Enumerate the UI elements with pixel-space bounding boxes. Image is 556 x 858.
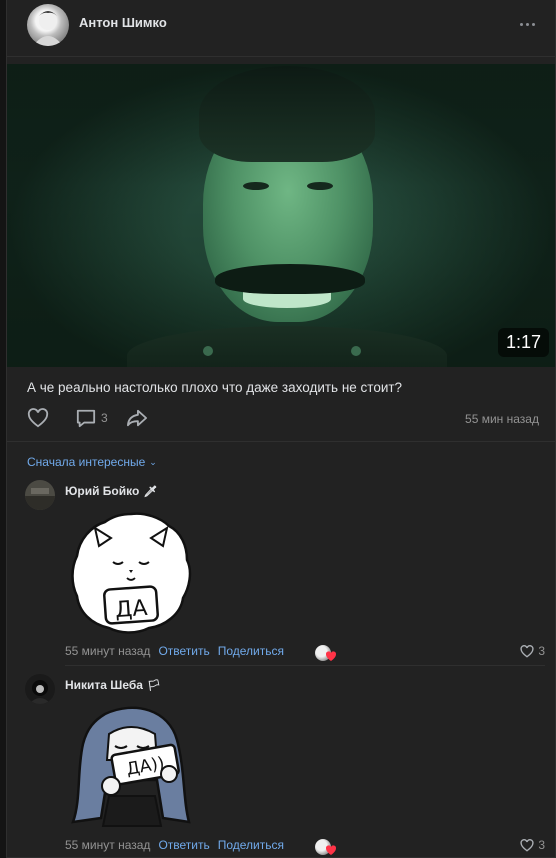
- heart-icon: [27, 408, 49, 428]
- comment-item: Юрий Бойко 🗡 ДА 55 минут назад Ответить …: [25, 480, 545, 666]
- video-frame-eye: [307, 182, 333, 190]
- comments-sort-dropdown[interactable]: Сначала интересные ⌄: [27, 455, 157, 469]
- anime-girl-sticker-icon: ДА)): [71, 706, 191, 827]
- sticker-text: ДА: [114, 596, 148, 623]
- sticker-image[interactable]: ДА: [65, 506, 197, 638]
- author-avatar[interactable]: [27, 4, 69, 46]
- like-button[interactable]: [27, 408, 49, 428]
- commenter-avatar[interactable]: [25, 674, 55, 704]
- heart-icon: [520, 644, 534, 658]
- avatar-image-icon: [25, 674, 55, 704]
- commenter-name[interactable]: Никита Шеба 🏳: [65, 678, 161, 692]
- heart-reaction-icon: [325, 845, 337, 855]
- more-options-button[interactable]: [517, 14, 537, 34]
- comment-time: 55 минут назад: [65, 644, 151, 658]
- avatar-image-icon: [25, 480, 55, 510]
- fluffy-cat-sticker-icon: ДА: [71, 512, 192, 634]
- commenter-name[interactable]: Юрий Бойко 🗡: [65, 484, 157, 498]
- heart-icon: [520, 838, 534, 852]
- comments-button[interactable]: 3: [75, 408, 108, 428]
- video-frame-detail: [351, 346, 361, 356]
- post-header: Антон Шимко: [7, 0, 555, 60]
- comment-like-count: 3: [538, 644, 545, 658]
- sticker-image[interactable]: ДА)): [65, 700, 197, 832]
- post-time: 55 мин назад: [465, 412, 539, 426]
- video-frame-eye: [243, 182, 269, 190]
- video-frame-hair: [199, 66, 375, 162]
- post-text: А че реально настолько плохо что даже за…: [27, 380, 403, 395]
- commenter-name-text: Юрий Бойко: [65, 484, 140, 498]
- comment-like-button[interactable]: 3: [520, 644, 545, 658]
- comment-item: Никита Шеба 🏳 ДА)) 55 минут назад Ответи…: [25, 674, 545, 858]
- sort-label: Сначала интересные: [27, 455, 146, 469]
- share-button[interactable]: [125, 408, 149, 428]
- video-duration: 1:17: [497, 328, 549, 357]
- video-frame-mustache: [215, 264, 365, 294]
- chevron-down-icon: ⌄: [149, 456, 157, 467]
- comment-like-button[interactable]: 3: [520, 838, 545, 852]
- comment-footer: 55 минут назад Ответить Поделиться: [65, 838, 284, 852]
- share-link[interactable]: Поделиться: [218, 838, 284, 852]
- emoji-status-icon: 🏳: [146, 679, 161, 692]
- heart-reaction-icon: [325, 651, 337, 661]
- video-player[interactable]: 1:17: [7, 64, 555, 367]
- share-link[interactable]: Поделиться: [218, 644, 284, 658]
- comment-time: 55 минут назад: [65, 838, 151, 852]
- comment-like-count: 3: [538, 838, 545, 852]
- comment-count: 3: [101, 411, 108, 425]
- more-dot-icon: [531, 22, 535, 26]
- emoji-status-icon: 🗡: [143, 485, 158, 498]
- comment-icon: [76, 409, 96, 428]
- commenter-avatar[interactable]: [25, 480, 55, 510]
- author-name[interactable]: Антон Шимко: [79, 15, 167, 30]
- reactions-summary[interactable]: [315, 644, 337, 662]
- video-frame-detail: [203, 346, 213, 356]
- comment-divider: [65, 665, 545, 666]
- more-dot-icon: [525, 22, 529, 26]
- post-actions: 3 55 мин назад: [27, 408, 539, 432]
- reply-link[interactable]: Ответить: [158, 644, 209, 658]
- more-dot-icon: [519, 22, 523, 26]
- reactions-summary[interactable]: [315, 838, 337, 856]
- reply-link[interactable]: Ответить: [158, 838, 209, 852]
- commenter-name-text: Никита Шеба: [65, 678, 143, 692]
- header-divider: [7, 56, 555, 57]
- comment-footer: 55 минут назад Ответить Поделиться: [65, 644, 284, 658]
- share-arrow-icon: [127, 409, 147, 427]
- post-card: Антон Шимко 1:17 А че реально настолько …: [6, 0, 556, 858]
- avatar-image-icon: [33, 11, 63, 46]
- actions-divider: [7, 441, 555, 442]
